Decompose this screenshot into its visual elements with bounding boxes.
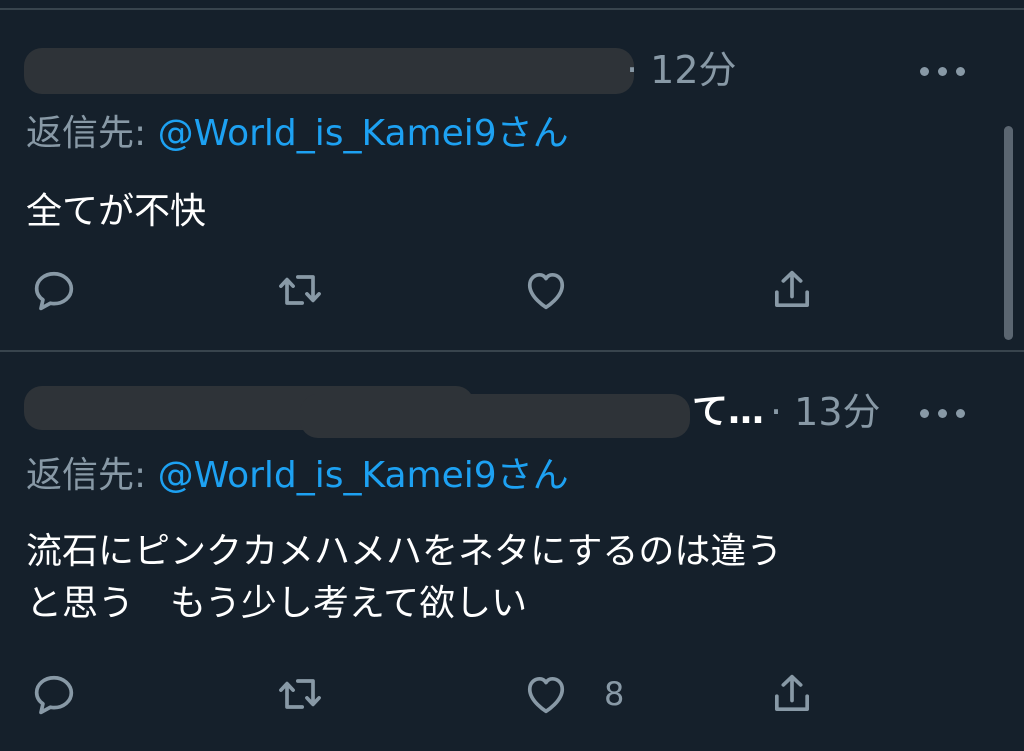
share-icon[interactable] [766, 264, 818, 316]
reply-prefix: 返信先: [26, 455, 158, 496]
reply-icon[interactable] [28, 264, 80, 316]
like-icon[interactable] [520, 668, 572, 720]
retweet-icon[interactable] [274, 264, 326, 316]
tweet[interactable]: · 12分 返信先: @World_is_Kamei9さん 全てが不快 [0, 0, 1024, 350]
reply-context: 返信先: @World_is_Kamei9さん [26, 454, 569, 498]
redacted-name [24, 48, 634, 94]
timestamp[interactable]: · 12分 [626, 48, 737, 92]
display-name[interactable]: て… [692, 390, 764, 434]
more-options-icon[interactable] [920, 406, 966, 420]
tweet-text: 全てが不快 [26, 191, 207, 232]
tweet-text: 流石にピンクカメハメハをネタにするのは違う と思う もう少し考えて欲しい [26, 531, 783, 624]
more-options-icon[interactable] [920, 64, 966, 78]
share-icon[interactable] [766, 668, 818, 720]
timeline: · 12分 返信先: @World_is_Kamei9さん 全てが不快 て… ·… [0, 0, 1024, 751]
redacted-name [300, 394, 690, 438]
like-count: 8 [604, 675, 625, 713]
like-icon[interactable] [520, 264, 572, 316]
scrollbar[interactable] [1004, 126, 1013, 340]
reply-prefix: 返信先: [26, 113, 158, 154]
tweet[interactable]: て… · 13分 返信先: @World_is_Kamei9さん 流石にピンクカ… [0, 352, 1024, 751]
timestamp[interactable]: · 13分 [770, 390, 881, 434]
reply-context: 返信先: @World_is_Kamei9さん [26, 112, 569, 156]
retweet-icon[interactable] [274, 668, 326, 720]
reply-handle-link[interactable]: @World_is_Kamei9さん [158, 113, 569, 154]
reply-icon[interactable] [28, 668, 80, 720]
reply-handle-link[interactable]: @World_is_Kamei9さん [158, 455, 569, 496]
